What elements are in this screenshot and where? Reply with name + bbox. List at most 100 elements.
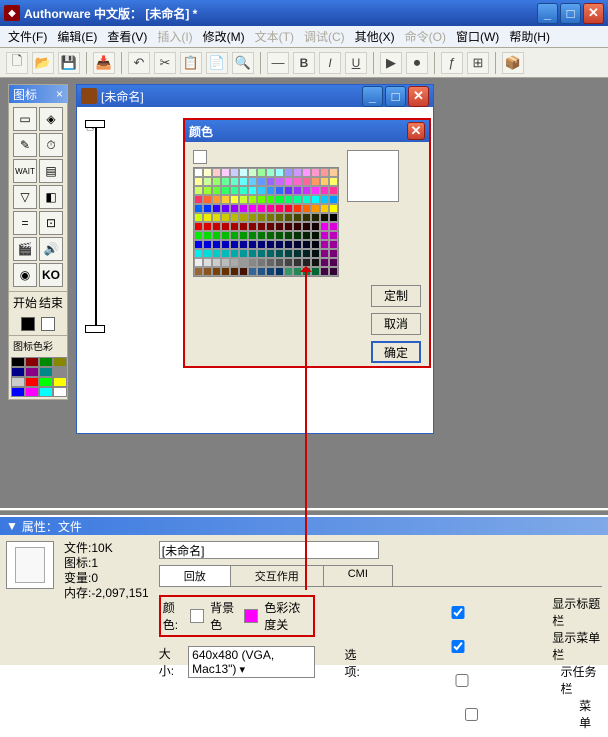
palette-cell[interactable] (275, 249, 284, 258)
mini-color-cell[interactable] (11, 357, 25, 367)
bg-color-swatch[interactable] (190, 609, 204, 623)
palette-cell[interactable] (239, 213, 248, 222)
sound-icon[interactable]: 🔊 (39, 237, 63, 261)
knowledge-object-icon[interactable]: KO (39, 263, 63, 287)
palette-cell[interactable] (257, 195, 266, 204)
palette-cell[interactable] (221, 222, 230, 231)
palette-cell[interactable] (266, 249, 275, 258)
palette-cell[interactable] (239, 186, 248, 195)
palette-cell[interactable] (203, 213, 212, 222)
palette-cell[interactable] (212, 231, 221, 240)
flow-end[interactable] (85, 325, 105, 333)
palette-cell[interactable] (302, 231, 311, 240)
palette-cell[interactable] (275, 240, 284, 249)
mini-color-cell[interactable] (11, 377, 25, 387)
palette-cell[interactable] (284, 177, 293, 186)
menu-help[interactable]: 帮助(H) (505, 26, 554, 47)
palette-cell[interactable] (302, 222, 311, 231)
palette-cell[interactable] (221, 249, 230, 258)
palette-cell[interactable] (284, 249, 293, 258)
palette-cell[interactable] (194, 168, 203, 177)
palette-cell[interactable] (320, 168, 329, 177)
mini-color-cell[interactable] (25, 367, 39, 377)
file-name-input[interactable] (159, 541, 379, 559)
panel-close-icon[interactable]: × (56, 87, 63, 101)
palette-cell[interactable] (257, 177, 266, 186)
palette-cell[interactable] (230, 204, 239, 213)
palette-cell[interactable] (257, 240, 266, 249)
palette-cell[interactable] (311, 186, 320, 195)
control-button[interactable]: ⏺ (406, 52, 428, 74)
palette-cell[interactable] (257, 267, 266, 276)
variables-button[interactable]: ⊞ (467, 52, 489, 74)
palette-cell[interactable] (284, 204, 293, 213)
palette-cell[interactable] (320, 204, 329, 213)
doc-maximize-button[interactable]: □ (385, 86, 406, 107)
palette-cell[interactable] (311, 168, 320, 177)
palette-cell[interactable] (266, 204, 275, 213)
palette-cell[interactable] (257, 249, 266, 258)
close-button[interactable]: ✕ (583, 3, 604, 24)
palette-cell[interactable] (194, 186, 203, 195)
palette-cell[interactable] (230, 186, 239, 195)
palette-cell[interactable] (194, 258, 203, 267)
palette-cell[interactable] (257, 222, 266, 231)
map-icon[interactable]: ⊡ (39, 211, 63, 235)
palette-cell[interactable] (329, 267, 338, 276)
palette-cell[interactable] (311, 258, 320, 267)
menu-file[interactable]: 文件(F) (4, 26, 51, 47)
display-icon[interactable]: ▭ (13, 107, 37, 131)
undo-button[interactable]: ↶ (128, 52, 150, 74)
palette-cell[interactable] (275, 231, 284, 240)
palette-cell[interactable] (302, 186, 311, 195)
italic-button[interactable]: I (319, 52, 341, 74)
palette-cell[interactable] (275, 186, 284, 195)
palette-cell[interactable] (275, 204, 284, 213)
palette-cell[interactable] (239, 240, 248, 249)
palette-cell[interactable] (194, 177, 203, 186)
palette-cell[interactable] (284, 222, 293, 231)
palette-cell[interactable] (284, 213, 293, 222)
palette-cell[interactable] (221, 186, 230, 195)
palette-cell[interactable] (257, 213, 266, 222)
minimize-button[interactable]: _ (537, 3, 558, 24)
palette-cell[interactable] (302, 213, 311, 222)
opt-menubar[interactable]: 显示菜单栏 (367, 629, 602, 663)
palette-cell[interactable] (194, 240, 203, 249)
palette-cell[interactable] (266, 195, 275, 204)
palette-cell[interactable] (212, 168, 221, 177)
palette-cell[interactable] (239, 222, 248, 231)
palette-cell[interactable] (293, 204, 302, 213)
mini-color-cell[interactable] (25, 357, 39, 367)
palette-cell[interactable] (275, 195, 284, 204)
palette-cell[interactable] (212, 177, 221, 186)
palette-cell[interactable] (284, 267, 293, 276)
palette-cell[interactable] (194, 195, 203, 204)
palette-cell[interactable] (203, 267, 212, 276)
palette-cell[interactable] (248, 168, 257, 177)
palette-cell[interactable] (230, 213, 239, 222)
palette-cell[interactable] (203, 186, 212, 195)
palette-cell[interactable] (266, 186, 275, 195)
calculation-icon[interactable]: = (13, 211, 37, 235)
palette-cell[interactable] (311, 222, 320, 231)
palette-cell[interactable] (329, 249, 338, 258)
palette-cell[interactable] (329, 177, 338, 186)
framework-icon[interactable]: ▤ (39, 159, 63, 183)
palette-cell[interactable] (221, 177, 230, 186)
palette-cell[interactable] (203, 204, 212, 213)
palette-cell[interactable] (311, 204, 320, 213)
palette-cell[interactable] (320, 213, 329, 222)
palette-cell[interactable] (284, 258, 293, 267)
palette-cell[interactable] (329, 186, 338, 195)
palette-cell[interactable] (248, 231, 257, 240)
doc-close-button[interactable]: ✕ (408, 86, 429, 107)
interaction-icon[interactable]: ◧ (39, 185, 63, 209)
palette-cell[interactable] (266, 267, 275, 276)
functions-button[interactable]: ƒ (441, 52, 463, 74)
palette-cell[interactable] (239, 249, 248, 258)
palette-cell[interactable] (212, 222, 221, 231)
color-palette[interactable] (193, 167, 339, 277)
mini-color-cell[interactable] (39, 377, 53, 387)
palette-cell[interactable] (266, 240, 275, 249)
